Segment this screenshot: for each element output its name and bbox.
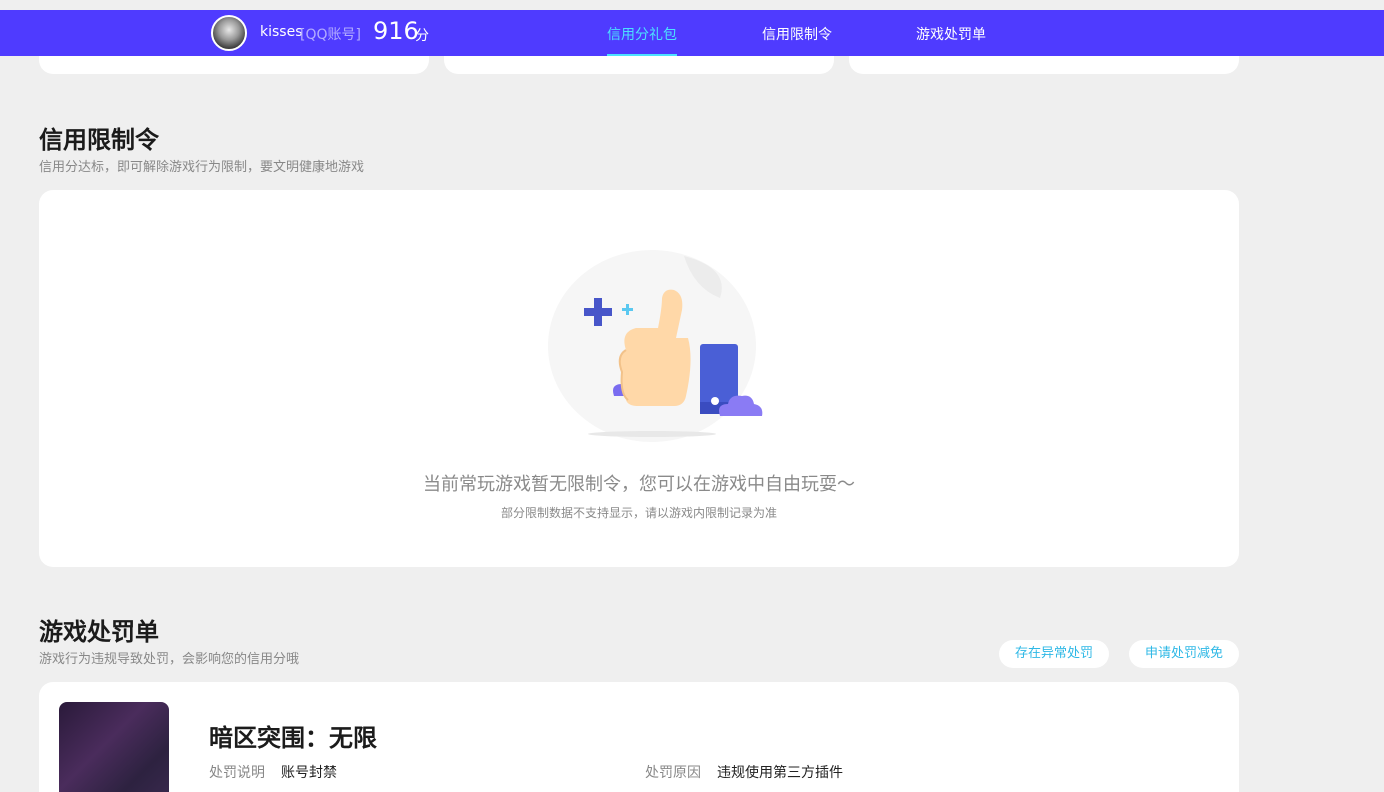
game-title: 暗区突围：无限 bbox=[209, 724, 377, 752]
username: kisses bbox=[260, 24, 303, 40]
credit-score-unit: 分 bbox=[415, 28, 429, 44]
abnormal-penalty-button[interactable]: 存在异常处罚 bbox=[999, 640, 1109, 668]
penalty-reason-value: 违规使用第三方插件 bbox=[717, 765, 843, 781]
game-cover-image bbox=[59, 702, 169, 792]
empty-state-note: 部分限制数据不支持显示，请以游戏内限制记录为准 bbox=[500, 506, 777, 520]
top-nav-bar: kisses [QQ账号] 916 分 信用分礼包 信用限制令 游戏处罚单 bbox=[0, 10, 1384, 56]
penalty-desc-label: 处罚说明 bbox=[209, 765, 265, 781]
apply-reduction-button[interactable]: 申请处罚减免 bbox=[1129, 640, 1239, 668]
thumbs-up-icon bbox=[548, 250, 763, 442]
section-subtitle-restriction: 信用分达标，即可解除游戏行为限制，要文明健康地游戏 bbox=[39, 160, 365, 175]
account-type: [QQ账号] bbox=[300, 27, 361, 43]
tab-credit-gift[interactable]: 信用分礼包 bbox=[607, 24, 677, 56]
penalty-card[interactable]: 暗区突围：无限 处罚说明 账号封禁 处罚原因 违规使用第三方插件 bbox=[39, 682, 1239, 792]
tab-credit-restriction[interactable]: 信用限制令 bbox=[762, 24, 832, 56]
section-subtitle-penalty: 游戏行为违规导致处罚，会影响您的信用分哦 bbox=[39, 652, 300, 667]
penalty-reason-label: 处罚原因 bbox=[645, 765, 701, 781]
section-title-penalty: 游戏处罚单 bbox=[39, 618, 159, 646]
section-title-restriction: 信用限制令 bbox=[39, 126, 159, 154]
empty-state-message: 当前常玩游戏暂无限制令，您可以在游戏中自由玩耍～ bbox=[423, 474, 855, 495]
credit-score: 916 bbox=[373, 17, 419, 45]
restriction-panel: 当前常玩游戏暂无限制令，您可以在游戏中自由玩耍～ 部分限制数据不支持显示，请以游… bbox=[39, 190, 1239, 567]
tab-game-penalty[interactable]: 游戏处罚单 bbox=[916, 24, 986, 56]
avatar[interactable] bbox=[211, 15, 247, 51]
penalty-desc-value: 账号封禁 bbox=[281, 765, 337, 781]
